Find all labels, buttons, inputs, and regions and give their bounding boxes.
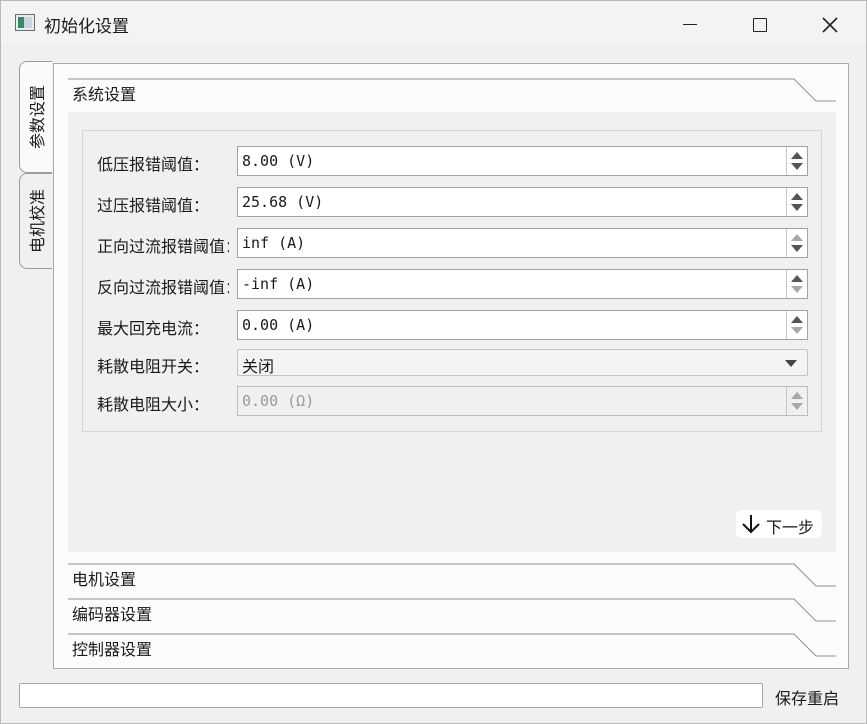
spin-down-icon[interactable] xyxy=(791,245,803,252)
field-row-reverse-overcurrent: 反向过流报错阈值： -inf (A) xyxy=(97,269,817,299)
minimize-button[interactable] xyxy=(667,7,713,39)
system-settings-group: 低压报错阈值： 8.00 (V) 过压报错阈值： 25.68 (V) 正向过流报… xyxy=(82,130,822,432)
spin-up-icon xyxy=(791,392,803,399)
field-row-undervoltage: 低压报错阈值： 8.00 (V) xyxy=(97,146,817,176)
forward-overcurrent-spinbox[interactable]: inf (A) xyxy=(237,228,808,258)
spinbox-buttons xyxy=(786,387,807,415)
field-row-brake-resistor-size: 耗散电阻大小： 0.00 (Ω) xyxy=(97,386,817,416)
field-label: 耗散电阻大小： xyxy=(97,395,210,414)
spinbox-value: 25.68 (V) xyxy=(242,193,324,211)
section-header-frame xyxy=(68,563,836,587)
system-settings-body: 低压报错阈值： 8.00 (V) 过压报错阈值： 25.68 (V) 正向过流报… xyxy=(68,112,836,552)
field-row-forward-overcurrent: 正向过流报错阈值： inf (A) xyxy=(97,228,817,258)
window-title: 初始化设置 xyxy=(44,17,129,37)
spin-up-icon[interactable] xyxy=(791,152,803,159)
spinbox-buttons xyxy=(786,229,807,257)
next-step-label: 下一步 xyxy=(766,518,815,537)
tab-label: 电机校准 xyxy=(28,188,47,254)
section-header-controller[interactable]: 控制器设置 xyxy=(68,633,836,667)
field-label: 最大回充电流： xyxy=(97,319,210,338)
field-label: 反向过流报错阈值： xyxy=(97,278,229,297)
overvoltage-spinbox[interactable]: 25.68 (V) xyxy=(237,187,808,217)
reverse-overcurrent-spinbox[interactable]: -inf (A) xyxy=(237,269,808,299)
section-header-frame xyxy=(68,598,836,622)
maximize-button[interactable] xyxy=(737,7,783,39)
field-label: 过压报错阈值： xyxy=(97,196,210,215)
spin-up-icon[interactable] xyxy=(791,193,803,200)
brake-resistor-size-spinbox: 0.00 (Ω) xyxy=(237,386,808,416)
section-label: 系统设置 xyxy=(72,85,137,104)
field-label: 正向过流报错阈值： xyxy=(97,237,229,256)
section-header-frame xyxy=(68,78,836,102)
field-row-max-regen-current: 最大回充电流： 0.00 (A) xyxy=(97,310,817,340)
tab-motor-calibration[interactable]: 电机校准 xyxy=(19,173,52,269)
minimize-icon xyxy=(683,23,697,26)
close-icon xyxy=(822,16,838,33)
spin-up-icon xyxy=(791,234,803,241)
main-window: 初始化设置 参数设置 电机校准 系统设置 低压报错阈值： 8.00 (V) 过压… xyxy=(0,0,867,724)
next-step-button[interactable]: 下一步 xyxy=(736,510,822,538)
settings-panel: 系统设置 低压报错阈值： 8.00 (V) 过压报错阈值： 25.68 (V) … xyxy=(53,63,849,669)
vertical-tab-bar: 参数设置 电机校准 xyxy=(19,61,54,281)
chevron-down-icon xyxy=(785,360,797,367)
spinbox-value: -inf (A) xyxy=(242,275,315,293)
section-label: 编码器设置 xyxy=(72,605,153,624)
spinbox-buttons xyxy=(786,311,807,339)
maximize-icon xyxy=(753,17,767,32)
max-regen-current-spinbox[interactable]: 0.00 (A) xyxy=(237,310,808,340)
field-row-brake-resistor-switch: 耗散电阻开关： 关闭 xyxy=(97,348,817,378)
section-label: 电机设置 xyxy=(72,570,137,589)
spinbox-value: 0.00 (Ω) xyxy=(242,392,315,410)
section-header-encoder[interactable]: 编码器设置 xyxy=(68,598,836,632)
spin-down-icon xyxy=(791,327,803,334)
spinbox-buttons xyxy=(786,147,807,175)
app-icon xyxy=(15,14,35,31)
section-header-motor[interactable]: 电机设置 xyxy=(68,563,836,597)
tab-parameter-settings[interactable]: 参数设置 xyxy=(19,61,52,173)
select-value: 关闭 xyxy=(242,357,275,376)
section-header-system[interactable]: 系统设置 xyxy=(68,78,836,112)
close-button[interactable] xyxy=(807,7,853,39)
spin-down-icon[interactable] xyxy=(791,163,803,170)
tab-label: 参数设置 xyxy=(28,84,47,150)
arrow-down-icon xyxy=(742,515,760,534)
title-bar: 初始化设置 xyxy=(1,1,866,45)
field-label: 低压报错阈值： xyxy=(97,155,210,174)
brake-resistor-switch-select[interactable]: 关闭 xyxy=(237,349,808,376)
field-label: 耗散电阻开关： xyxy=(97,357,210,376)
section-header-frame xyxy=(68,633,836,657)
spinbox-value: 8.00 (V) xyxy=(242,152,315,170)
spinbox-value: 0.00 (A) xyxy=(242,316,315,334)
spin-down-icon xyxy=(791,403,803,410)
spinbox-value: inf (A) xyxy=(242,234,306,252)
save-restart-button[interactable]: 保存重启 xyxy=(775,685,839,709)
status-input[interactable] xyxy=(19,683,763,708)
section-label: 控制器设置 xyxy=(72,640,153,659)
spin-up-icon[interactable] xyxy=(791,316,803,323)
spin-down-icon xyxy=(791,286,803,293)
spinbox-buttons xyxy=(786,270,807,298)
undervoltage-spinbox[interactable]: 8.00 (V) xyxy=(237,146,808,176)
spin-down-icon[interactable] xyxy=(791,204,803,211)
spin-up-icon[interactable] xyxy=(791,275,803,282)
field-row-overvoltage: 过压报错阈值： 25.68 (V) xyxy=(97,187,817,217)
spinbox-buttons xyxy=(786,188,807,216)
